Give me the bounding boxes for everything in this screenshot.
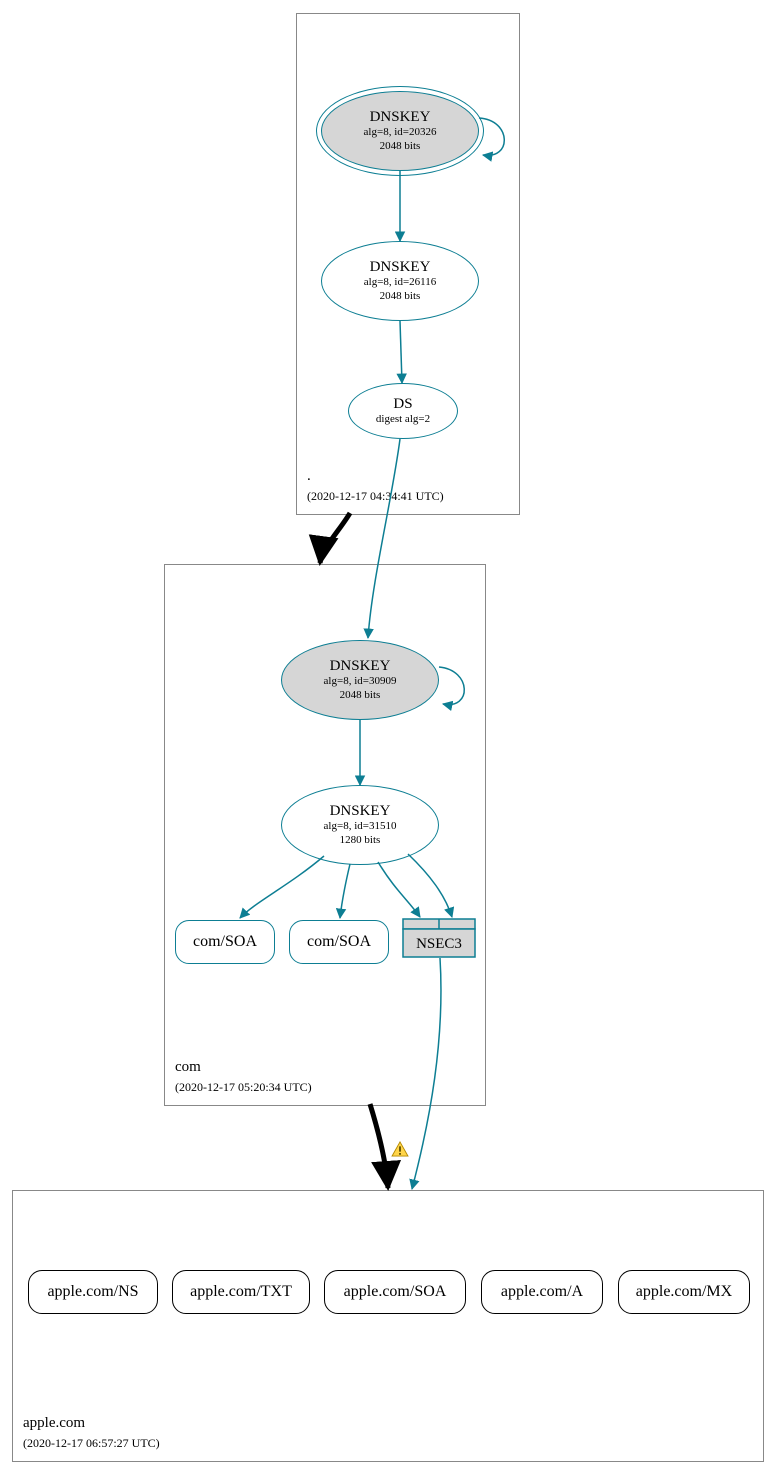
node-sub2: 1280 bits xyxy=(340,834,381,847)
zone-com-label: com (2020-12-17 05:20:34 UTC) xyxy=(175,1058,312,1097)
node-title: DNSKEY xyxy=(330,658,391,675)
node-sub1: alg=8, id=30909 xyxy=(324,675,397,688)
node-label: apple.com/MX xyxy=(636,1283,732,1301)
zone-root-timestamp: (2020-12-17 04:34:41 UTC) xyxy=(307,489,444,503)
node-title: DNSKEY xyxy=(330,803,391,820)
node-title: DNSKEY xyxy=(370,109,431,126)
com-dnskey-zsk: DNSKEY alg=8, id=31510 1280 bits xyxy=(281,785,439,865)
node-sub1: alg=8, id=26116 xyxy=(364,276,437,289)
node-title: DS xyxy=(393,396,412,413)
apple-txt: apple.com/TXT xyxy=(172,1270,310,1314)
node-sub2: 2048 bits xyxy=(340,689,381,702)
zone-apple-label: apple.com (2020-12-17 06:57:27 UTC) xyxy=(23,1414,160,1453)
warning-icon xyxy=(391,1141,409,1157)
node-sub1: alg=8, id=20326 xyxy=(364,126,437,139)
zone-com-timestamp: (2020-12-17 05:20:34 UTC) xyxy=(175,1080,312,1094)
node-label: com/SOA xyxy=(193,933,257,951)
node-sub1: alg=8, id=31510 xyxy=(324,820,397,833)
com-nsec3: NSEC3 xyxy=(402,918,476,966)
node-sub2: 2048 bits xyxy=(380,140,421,153)
root-dnskey-zsk: DNSKEY alg=8, id=26116 2048 bits xyxy=(321,241,479,321)
zone-apple: apple.com (2020-12-17 06:57:27 UTC) xyxy=(12,1190,764,1462)
zone-com-name: com xyxy=(175,1059,201,1075)
node-label: apple.com/A xyxy=(501,1283,583,1301)
zone-root-name: . xyxy=(307,468,311,484)
node-label: com/SOA xyxy=(307,933,371,951)
node-sub2: 2048 bits xyxy=(380,290,421,303)
node-title: DNSKEY xyxy=(370,259,431,276)
node-sub1: digest alg=2 xyxy=(376,413,430,426)
apple-mx: apple.com/MX xyxy=(618,1270,750,1314)
com-soa-2: com/SOA xyxy=(289,920,389,964)
root-dnskey-ksk: DNSKEY alg=8, id=20326 2048 bits xyxy=(321,91,479,171)
apple-soa: apple.com/SOA xyxy=(324,1270,466,1314)
edge-root-com-delegation xyxy=(320,513,350,563)
nsec3-label: NSEC3 xyxy=(416,936,462,952)
node-label: apple.com/NS xyxy=(47,1283,138,1301)
node-label: apple.com/TXT xyxy=(190,1283,292,1301)
edge-com-apple-delegation xyxy=(370,1104,388,1188)
zone-root-label: . (2020-12-17 04:34:41 UTC) xyxy=(307,467,444,506)
zone-apple-timestamp: (2020-12-17 06:57:27 UTC) xyxy=(23,1436,160,1450)
com-dnskey-ksk: DNSKEY alg=8, id=30909 2048 bits xyxy=(281,640,439,720)
apple-a: apple.com/A xyxy=(481,1270,603,1314)
com-soa-1: com/SOA xyxy=(175,920,275,964)
apple-ns: apple.com/NS xyxy=(28,1270,158,1314)
zone-apple-name: apple.com xyxy=(23,1415,85,1431)
node-label: apple.com/SOA xyxy=(344,1283,447,1301)
root-ds: DS digest alg=2 xyxy=(348,383,458,439)
